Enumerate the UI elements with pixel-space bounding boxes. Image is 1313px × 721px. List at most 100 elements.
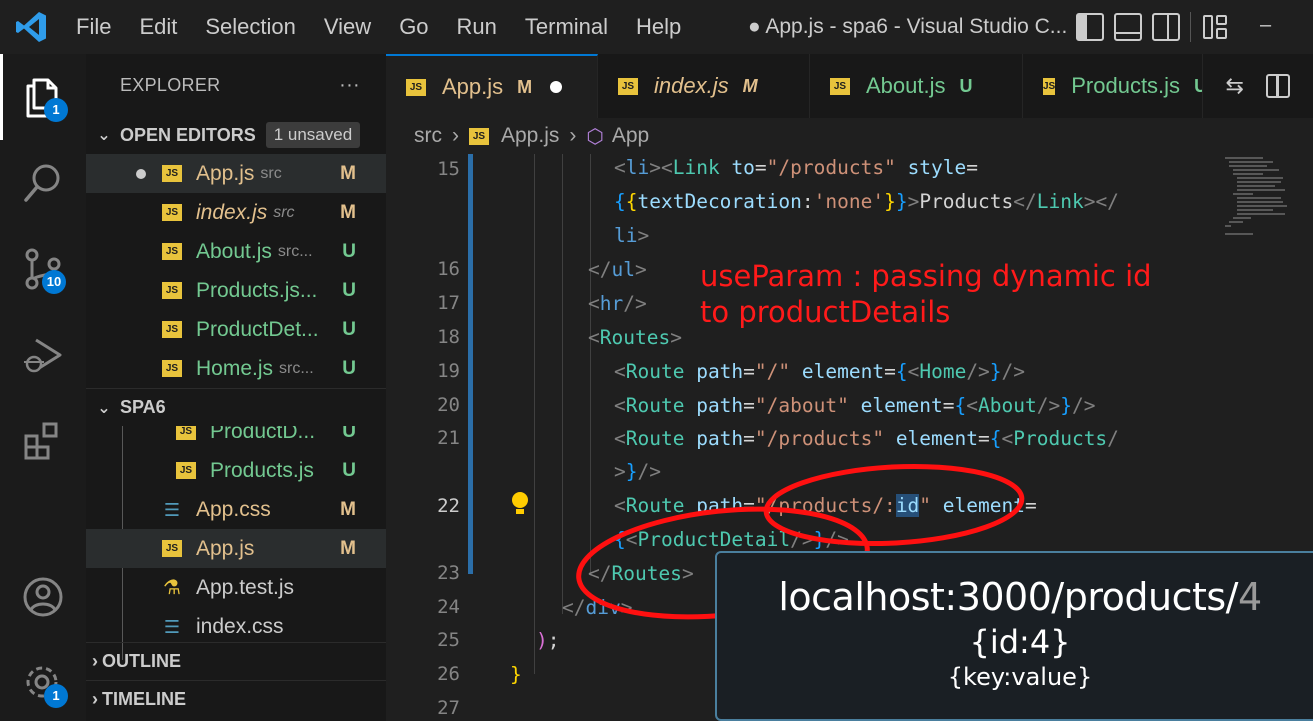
minimap[interactable] <box>1223 154 1293 274</box>
lightbulb-icon[interactable] <box>510 492 530 516</box>
chevron-right-icon: › <box>92 651 98 671</box>
open-editor-products-js[interactable]: JS Products.js... U <box>86 271 386 310</box>
css-file-icon: ☰ <box>163 616 181 637</box>
menu-selection[interactable]: Selection <box>191 0 310 54</box>
unsaved-dot-icon[interactable] <box>550 81 563 93</box>
more-actions-button[interactable]: ··· <box>339 74 360 97</box>
project-label: SPA6 <box>120 397 166 417</box>
tab-status: U <box>1194 76 1202 97</box>
tab-products-js[interactable]: JS Products.js U <box>1023 54 1203 118</box>
code-line: </Routes> <box>588 562 694 585</box>
source-control-activity[interactable]: 10 <box>0 226 86 312</box>
menu-file[interactable]: File <box>62 0 125 54</box>
open-editor-app-js[interactable]: JS App.js src M <box>86 154 386 193</box>
file-dir: src... <box>277 242 313 260</box>
unsaved-badge: 1 unsaved <box>265 122 361 148</box>
source-control-badge: 10 <box>42 270 66 294</box>
tree-file-index-css[interactable]: ☰ index.css <box>86 607 386 646</box>
open-editor-index-js[interactable]: JS index.js src M <box>86 193 386 232</box>
toggle-primary-sidebar-icon[interactable] <box>1076 13 1104 41</box>
file-name: App.js <box>196 161 255 185</box>
code-line: <Route path="/" element={<Home/>}/> <box>614 360 1026 383</box>
indent-guide <box>590 154 591 574</box>
file-name: ProductD... <box>210 426 316 443</box>
tab-index-js[interactable]: JS index.js M <box>598 54 810 118</box>
menu-go[interactable]: Go <box>385 0 442 54</box>
open-editor-productdetail-js[interactable]: JS ProductDet... U <box>86 310 386 349</box>
menu-edit[interactable]: Edit <box>125 0 191 54</box>
key-value-line: {key:value} <box>947 663 1093 691</box>
annotation-line: useParam : passing dynamic id <box>700 259 1152 293</box>
code-line: {{textDecoration:'none'}}>Products</Link… <box>614 190 1119 213</box>
tree-file-app-css[interactable]: ☰ App.css M <box>86 490 386 529</box>
line-number: 27 <box>437 697 460 719</box>
file-name: ProductDet... <box>196 317 319 341</box>
timeline-section[interactable]: › TIMELINE <box>86 680 386 718</box>
file-name: index.css <box>196 614 284 638</box>
line-number: 23 <box>437 562 460 584</box>
title-bar: File Edit Selection View Go Run Terminal… <box>0 0 1313 54</box>
search-icon <box>24 164 60 202</box>
tab-app-js[interactable]: JS App.js M <box>386 54 598 118</box>
js-file-icon: JS <box>162 165 182 182</box>
manage-activity[interactable]: 1 <box>0 640 86 721</box>
file-name: App.js <box>196 536 255 560</box>
breadcrumb-folder[interactable]: src <box>414 124 442 148</box>
chevron-down-icon: ⌄ <box>97 127 111 144</box>
extensions-activity[interactable] <box>0 398 86 484</box>
code-line: <li><Link to="/products" style= <box>614 156 979 179</box>
toggle-panel-icon[interactable] <box>1114 13 1142 41</box>
file-dir: src... <box>279 359 314 377</box>
breadcrumb-symbol[interactable]: App <box>612 124 649 148</box>
tab-label: index.js <box>654 73 729 98</box>
object-line: {id:4} <box>969 623 1071 661</box>
active-indicator <box>0 54 3 140</box>
url-line: localhost:3000/products/4 <box>717 575 1313 619</box>
file-dir: src <box>260 164 282 182</box>
js-file-icon: JS <box>618 77 638 95</box>
search-activity[interactable] <box>0 140 86 226</box>
run-debug-activity[interactable] <box>0 312 86 398</box>
chevron-right-icon: › <box>452 124 459 147</box>
file-name: Products.js... <box>196 278 318 302</box>
git-modified-gutter <box>468 154 473 574</box>
outline-section[interactable]: › OUTLINE <box>86 642 386 680</box>
account-icon <box>23 577 63 617</box>
file-name: App.css <box>196 497 271 521</box>
menu-run[interactable]: Run <box>443 0 511 54</box>
tree-file-app-js[interactable]: JS App.js M <box>86 529 386 568</box>
split-editor-icon[interactable] <box>1266 74 1291 98</box>
url-main: localhost:3000/products/ <box>778 575 1238 619</box>
open-editor-about-js[interactable]: JS About.js src... U <box>86 232 386 271</box>
tree-file-productdetail[interactable]: JS ProductD... U <box>86 426 386 451</box>
menu-terminal[interactable]: Terminal <box>511 0 622 54</box>
menu-help[interactable]: Help <box>622 0 695 54</box>
js-file-icon: JS <box>162 360 182 377</box>
explorer-activity[interactable]: 1 <box>0 54 86 140</box>
js-file-icon: JS <box>830 77 850 95</box>
flask-test-icon: ⚗ <box>163 576 181 599</box>
js-file-icon: JS <box>1043 77 1056 95</box>
indent-guide <box>534 154 535 674</box>
tree-file-app-test[interactable]: ⚗ App.test.js <box>86 568 386 607</box>
tab-label: Products.js <box>1071 73 1181 98</box>
tree-file-products[interactable]: JS Products.js U <box>86 451 386 490</box>
tab-status: M <box>517 76 533 97</box>
customize-layout-icon[interactable] <box>1201 13 1229 41</box>
open-editors-section[interactable]: ⌄ OPEN EDITORS 1 unsaved <box>86 116 386 154</box>
js-file-icon: JS <box>162 243 182 260</box>
accounts-activity[interactable] <box>0 554 86 640</box>
compare-changes-icon[interactable]: ⇆ <box>1226 73 1244 99</box>
explorer-badge: 1 <box>44 98 68 122</box>
git-status: M <box>340 498 356 520</box>
menu-view[interactable]: View <box>310 0 385 54</box>
activity-bar: 1 10 1 <box>0 54 86 721</box>
tab-about-js[interactable]: JS About.js U <box>810 54 1023 118</box>
git-status: M <box>340 162 356 184</box>
tab-label: App.js <box>442 74 504 99</box>
breadcrumb-file[interactable]: App.js <box>501 124 559 148</box>
project-section[interactable]: ⌄ SPA6 <box>86 388 386 426</box>
toggle-secondary-sidebar-icon[interactable] <box>1152 13 1180 41</box>
open-editor-home-js[interactable]: JS Home.js src... U <box>86 349 386 388</box>
minimize-button[interactable]: – <box>1260 14 1271 37</box>
